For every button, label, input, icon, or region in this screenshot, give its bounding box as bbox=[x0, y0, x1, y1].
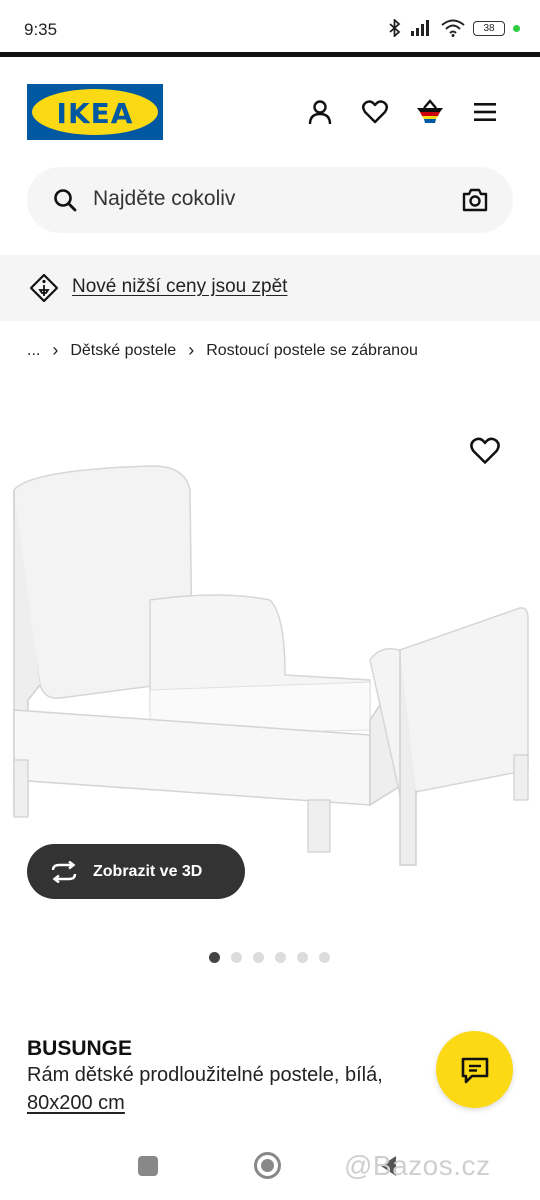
home-button[interactable] bbox=[254, 1152, 281, 1179]
camera-icon[interactable] bbox=[461, 187, 489, 213]
breadcrumb-item-extendable-beds[interactable]: Rostoucí postele se zábranou bbox=[206, 342, 418, 360]
battery-icon: 38 bbox=[473, 20, 505, 36]
promo-link[interactable]: Nové nižší ceny jsou zpět bbox=[72, 276, 287, 298]
gallery-dot[interactable] bbox=[275, 952, 286, 963]
system-nav-bar: @Bazos.cz bbox=[0, 1140, 540, 1200]
search-input[interactable]: Najděte cokoliv bbox=[93, 187, 235, 211]
privacy-indicator bbox=[513, 24, 520, 32]
breadcrumb-item-childrens-beds[interactable]: Dětské postele bbox=[70, 342, 176, 360]
rotate-3d-icon bbox=[51, 860, 77, 883]
watermark: @Bazos.cz bbox=[344, 1150, 491, 1181]
chat-icon bbox=[461, 1057, 488, 1083]
chat-button[interactable] bbox=[436, 1031, 513, 1108]
logo-text: IKEA bbox=[56, 97, 134, 130]
recent-apps-button[interactable] bbox=[138, 1156, 158, 1176]
view-in-3d-label: Zobrazit ve 3D bbox=[93, 862, 203, 880]
bluetooth-icon bbox=[389, 19, 401, 37]
status-icons: 38 bbox=[387, 19, 520, 37]
price-tag-icon bbox=[29, 273, 59, 303]
breadcrumb: ... › Dětské postele › Rostoucí postele … bbox=[27, 340, 418, 361]
status-bar: 9:35 38 bbox=[0, 0, 540, 52]
gallery-dot[interactable] bbox=[253, 952, 264, 963]
chevron-right-icon: › bbox=[52, 340, 59, 360]
gallery-pagination bbox=[209, 952, 330, 963]
view-in-3d-button[interactable]: Zobrazit ve 3D bbox=[27, 844, 245, 899]
wifi-icon bbox=[441, 19, 465, 37]
menu-icon[interactable] bbox=[470, 97, 500, 127]
gallery-dot[interactable] bbox=[319, 952, 330, 963]
user-icon[interactable] bbox=[305, 97, 335, 127]
header: IKEA bbox=[0, 57, 540, 167]
gallery-dot[interactable] bbox=[297, 952, 308, 963]
promo-banner[interactable]: Nové nižší ceny jsou zpět bbox=[0, 255, 540, 321]
status-time: 9:35 bbox=[24, 20, 58, 39]
search-icon bbox=[54, 189, 77, 212]
breadcrumb-item-ellipsis[interactable]: ... bbox=[27, 342, 40, 360]
product-image[interactable] bbox=[0, 460, 540, 880]
chevron-right-icon: › bbox=[188, 340, 195, 360]
gallery-dot[interactable] bbox=[231, 952, 242, 963]
signal-icon bbox=[411, 20, 429, 36]
ikea-logo[interactable]: IKEA bbox=[27, 84, 163, 140]
product-description: Rám dětské prodloužitelné postele, bílá, bbox=[27, 1064, 383, 1086]
product-name: BUSUNGE bbox=[27, 1037, 133, 1060]
basket-icon[interactable] bbox=[415, 97, 445, 127]
gallery-dot[interactable] bbox=[209, 952, 220, 963]
search-bar[interactable]: Najděte cokoliv bbox=[27, 167, 513, 233]
heart-icon[interactable] bbox=[360, 97, 390, 127]
product-size-link[interactable]: 80x200 cm bbox=[27, 1092, 125, 1115]
